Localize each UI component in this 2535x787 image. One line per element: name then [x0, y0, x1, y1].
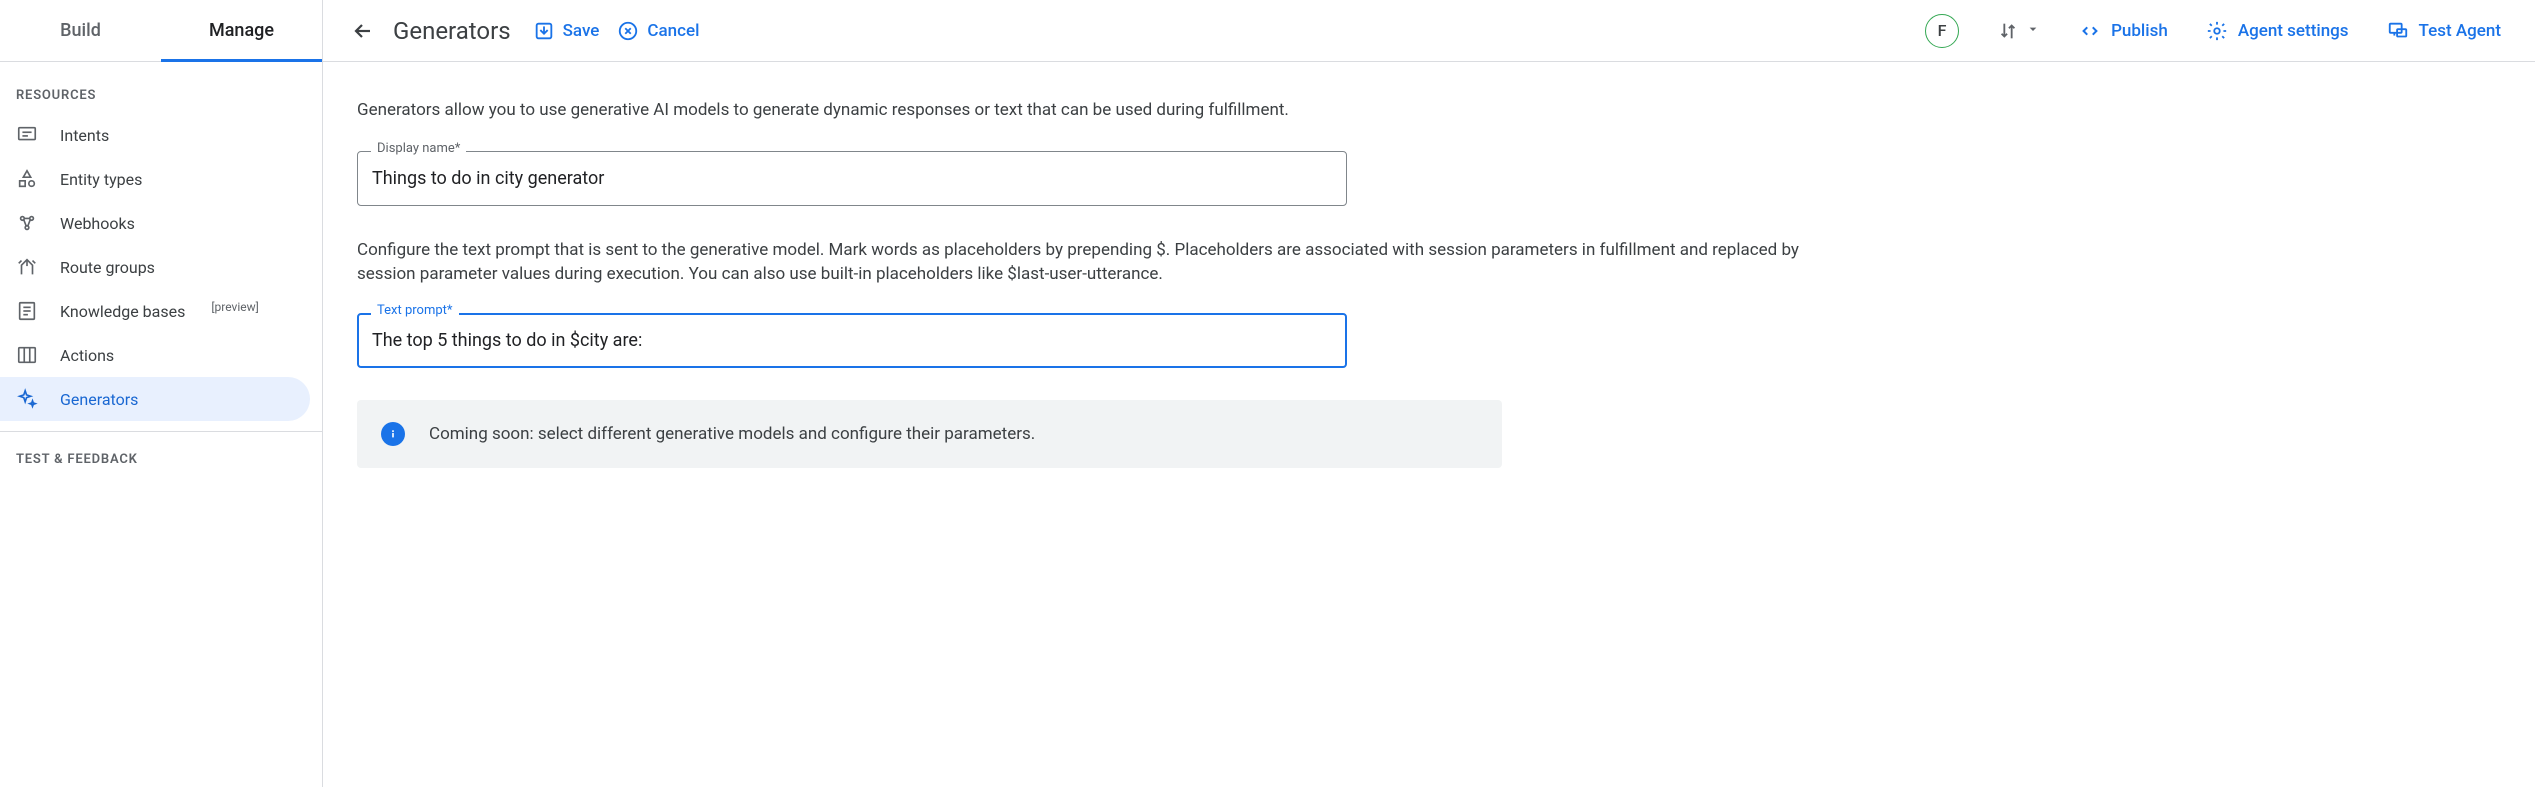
agent-settings-label: Agent settings [2238, 21, 2349, 41]
sidebar-item-knowledge-bases[interactable]: Knowledge bases [preview] [0, 289, 310, 333]
display-name-input[interactable] [357, 151, 1347, 206]
save-label: Save [563, 21, 600, 41]
swap-dropdown[interactable] [1997, 20, 2041, 42]
shapes-icon [16, 168, 38, 190]
sidebar-item-intents[interactable]: Intents [0, 113, 310, 157]
sidebar-item-generators[interactable]: Generators [0, 377, 310, 421]
back-button[interactable] [351, 19, 375, 43]
test-agent-button[interactable]: Test Agent [2387, 20, 2501, 42]
sidebar-item-label: Generators [60, 390, 138, 409]
sidebar-item-label: Webhooks [60, 214, 135, 233]
tab-manage[interactable]: Manage [161, 0, 322, 61]
sidebar-item-actions[interactable]: Actions [0, 333, 310, 377]
prompt-desc: Configure the text prompt that is sent t… [357, 238, 1829, 287]
main: Generators Save Cancel F [323, 0, 2535, 787]
cancel-label: Cancel [647, 21, 699, 41]
toolbar: Generators Save Cancel F [323, 0, 2535, 62]
avatar[interactable]: F [1925, 14, 1959, 48]
info-banner-text: Coming soon: select different generative… [429, 424, 1035, 444]
sidebar-item-label: Route groups [60, 258, 155, 277]
publish-button[interactable]: Publish [2079, 20, 2168, 42]
section-resources-header: RESOURCES [0, 62, 322, 113]
article-icon [16, 300, 38, 322]
webhook-icon [16, 212, 38, 234]
sidebar-item-entity-types[interactable]: Entity types [0, 157, 310, 201]
sidebar-item-label: Entity types [60, 170, 142, 189]
text-prompt-field: Text prompt* [357, 313, 1347, 368]
publish-label: Publish [2111, 21, 2168, 41]
sidebar-item-label: Intents [60, 126, 109, 145]
cancel-button[interactable]: Cancel [617, 20, 699, 42]
sidebar-item-label: Knowledge bases [60, 302, 185, 321]
text-prompt-label: Text prompt* [371, 303, 459, 318]
preview-badge: [preview] [211, 300, 258, 314]
display-name-field: Display name* [357, 151, 1347, 206]
sidebar: Build Manage RESOURCES Intents Entity ty… [0, 0, 323, 787]
text-prompt-input[interactable] [357, 313, 1347, 368]
agent-settings-button[interactable]: Agent settings [2206, 20, 2349, 42]
display-name-label: Display name* [371, 141, 466, 156]
section-test-feedback-header: TEST & FEEDBACK [0, 432, 322, 477]
content: Generators allow you to use generative A… [323, 62, 1863, 468]
info-banner: Coming soon: select different generative… [357, 400, 1502, 468]
tab-build[interactable]: Build [0, 0, 161, 61]
sidebar-item-label: Actions [60, 346, 114, 365]
chevron-down-icon [2025, 21, 2041, 41]
sidebar-item-route-groups[interactable]: Route groups [0, 245, 310, 289]
sparkle-icon [16, 388, 38, 410]
save-button[interactable]: Save [533, 20, 600, 42]
test-agent-label: Test Agent [2419, 21, 2501, 41]
page-title: Generators [393, 17, 511, 45]
info-icon [381, 422, 405, 446]
columns-icon [16, 344, 38, 366]
sidebar-tabs: Build Manage [0, 0, 322, 62]
chat-icon [16, 124, 38, 146]
sidebar-item-webhooks[interactable]: Webhooks [0, 201, 310, 245]
route-icon [16, 256, 38, 278]
intro-text: Generators allow you to use generative A… [357, 98, 1829, 123]
